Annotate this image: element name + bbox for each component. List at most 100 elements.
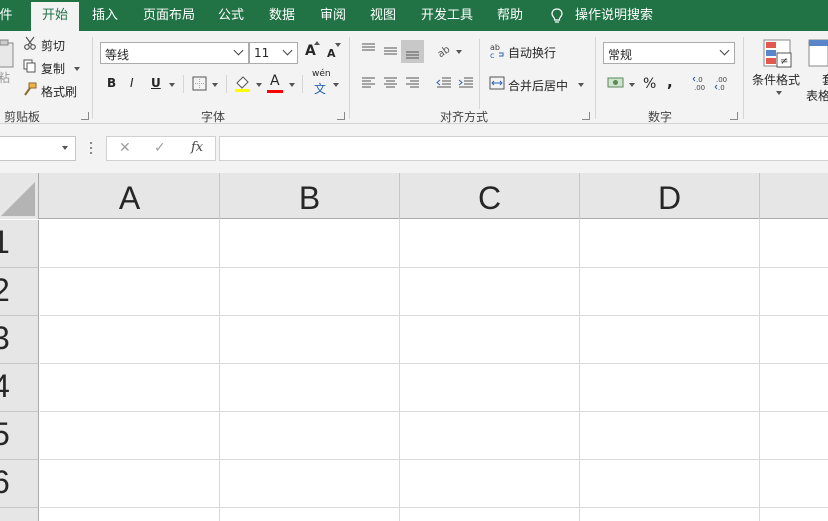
- tab-review[interactable]: 审阅: [317, 0, 349, 31]
- copy-dropdown-icon[interactable]: [74, 67, 80, 71]
- format-as-table-label-2[interactable]: 表格: [806, 87, 828, 104]
- row-header-3[interactable]: 3: [0, 316, 39, 364]
- font-color-dropdown-icon[interactable]: [289, 83, 295, 87]
- cell-grid[interactable]: [40, 219, 828, 521]
- formula-buttons: ✕ ✓ fx: [106, 136, 216, 161]
- paste-label[interactable]: 粘: [0, 69, 10, 86]
- font-color-button[interactable]: A: [270, 73, 280, 89]
- border-dropdown-icon[interactable]: [212, 83, 218, 87]
- row-label: 4: [0, 368, 10, 405]
- formula-input[interactable]: [219, 136, 828, 161]
- tab-view[interactable]: 视图: [367, 0, 399, 31]
- italic-button[interactable]: I: [130, 76, 134, 90]
- underline-dropdown-icon[interactable]: [169, 83, 175, 87]
- orientation-icon[interactable]: ab: [436, 43, 452, 57]
- svg-text:≠: ≠: [780, 56, 788, 67]
- number-format-value: 常规: [608, 48, 633, 62]
- grow-font-button[interactable]: A: [305, 43, 316, 59]
- tab-page-layout[interactable]: 页面布局: [140, 0, 198, 31]
- row-header-5[interactable]: 5: [0, 412, 39, 460]
- tab-data[interactable]: 数据: [266, 0, 298, 31]
- font-name-select[interactable]: 等线: [100, 42, 249, 64]
- enter-icon[interactable]: ✓: [154, 140, 166, 156]
- font-size-select[interactable]: 11: [249, 42, 298, 64]
- merge-dropdown-icon[interactable]: [578, 83, 584, 87]
- svg-text:ab: ab: [436, 44, 452, 57]
- tell-me-search[interactable]: 操作说明搜索: [574, 0, 654, 31]
- align-center-icon[interactable]: [383, 77, 398, 89]
- select-all-triangle-icon: [1, 182, 35, 216]
- name-box[interactable]: [0, 136, 76, 161]
- format-as-table-label-1[interactable]: 套: [822, 71, 828, 88]
- cancel-icon[interactable]: ✕: [119, 140, 131, 156]
- ribbon-home: 粘 剪切 复制 格式刷 剪贴板 等线 11 A A B I U A wén 文 …: [0, 31, 828, 124]
- row-label: 6: [0, 464, 10, 501]
- decrease-indent-icon[interactable]: [436, 77, 452, 89]
- fill-color-dropdown-icon[interactable]: [256, 83, 262, 87]
- tab-file[interactable]: 件: [0, 0, 16, 31]
- shrink-font-button[interactable]: A: [327, 47, 336, 60]
- number-launcher-icon[interactable]: [730, 112, 738, 120]
- insert-function-button[interactable]: fx: [191, 140, 203, 155]
- format-painter-button[interactable]: 格式刷: [41, 83, 77, 100]
- merge-center-icon: [489, 76, 505, 90]
- separator: [349, 37, 350, 119]
- conditional-dropdown-icon[interactable]: [776, 91, 782, 95]
- border-icon[interactable]: [192, 76, 207, 91]
- column-header-c[interactable]: C: [400, 173, 580, 219]
- percent-button[interactable]: %: [643, 76, 656, 92]
- row-header-7[interactable]: [0, 508, 39, 521]
- phonetic-pinyin[interactable]: wén: [312, 69, 331, 79]
- tab-help[interactable]: 帮助: [494, 0, 526, 31]
- phonetic-dropdown-icon[interactable]: [333, 83, 339, 87]
- row-header-6[interactable]: 6: [0, 460, 39, 508]
- group-label-number: 数字: [648, 110, 673, 124]
- alignment-launcher-icon[interactable]: [582, 112, 590, 120]
- tab-home[interactable]: 开始: [31, 2, 79, 31]
- align-left-icon[interactable]: [361, 77, 376, 89]
- increase-decimal-icon[interactable]: .0 .00: [692, 75, 710, 91]
- row-header-4[interactable]: 4: [0, 364, 39, 412]
- tab-formulas[interactable]: 公式: [215, 0, 247, 31]
- paste-icon[interactable]: [0, 39, 16, 69]
- svg-text:.0: .0: [718, 84, 725, 91]
- select-all-button[interactable]: [0, 173, 39, 219]
- merge-center-button[interactable]: 合并后居中: [508, 77, 568, 94]
- drag-handle-icon[interactable]: [89, 141, 92, 155]
- accounting-format-icon[interactable]: [607, 76, 625, 90]
- bold-button[interactable]: B: [107, 76, 116, 90]
- chevron-down-icon: [282, 45, 293, 56]
- phonetic-button[interactable]: 文: [314, 80, 326, 97]
- number-format-select[interactable]: 常规: [603, 42, 735, 64]
- row-label: 5: [0, 416, 10, 453]
- svg-text:.0: .0: [696, 76, 703, 84]
- clipboard-launcher-icon[interactable]: [81, 112, 89, 120]
- copy-button[interactable]: 复制: [41, 60, 65, 77]
- orientation-dropdown-icon[interactable]: [456, 50, 462, 54]
- cut-button[interactable]: 剪切: [41, 37, 65, 54]
- accounting-dropdown-icon[interactable]: [629, 83, 635, 87]
- increase-indent-icon[interactable]: [458, 77, 474, 89]
- separator: [183, 75, 184, 93]
- lightbulb-icon[interactable]: [551, 8, 563, 24]
- align-right-icon[interactable]: [405, 77, 420, 89]
- align-top-icon[interactable]: [361, 43, 376, 55]
- align-middle-icon[interactable]: [383, 45, 398, 57]
- wrap-text-button[interactable]: 自动换行: [508, 44, 556, 61]
- column-header-d[interactable]: D: [580, 173, 760, 219]
- column-header-a[interactable]: A: [40, 173, 220, 219]
- separator: [226, 75, 227, 93]
- row-header-2[interactable]: 2: [0, 268, 39, 316]
- row-header-1[interactable]: 1: [0, 220, 39, 268]
- tab-developer[interactable]: 开发工具: [418, 0, 476, 31]
- decrease-decimal-icon[interactable]: .00 .0: [714, 75, 732, 91]
- conditional-formatting-button[interactable]: 条件格式: [752, 71, 800, 88]
- font-launcher-icon[interactable]: [337, 112, 345, 120]
- align-bottom-button[interactable]: [401, 40, 424, 63]
- column-header-b[interactable]: B: [220, 173, 400, 219]
- comma-button[interactable]: ,: [667, 73, 673, 91]
- fill-color-icon[interactable]: [234, 74, 251, 92]
- tab-insert[interactable]: 插入: [89, 0, 121, 31]
- name-box-dropdown-icon[interactable]: [62, 146, 68, 150]
- underline-button[interactable]: U: [151, 76, 161, 90]
